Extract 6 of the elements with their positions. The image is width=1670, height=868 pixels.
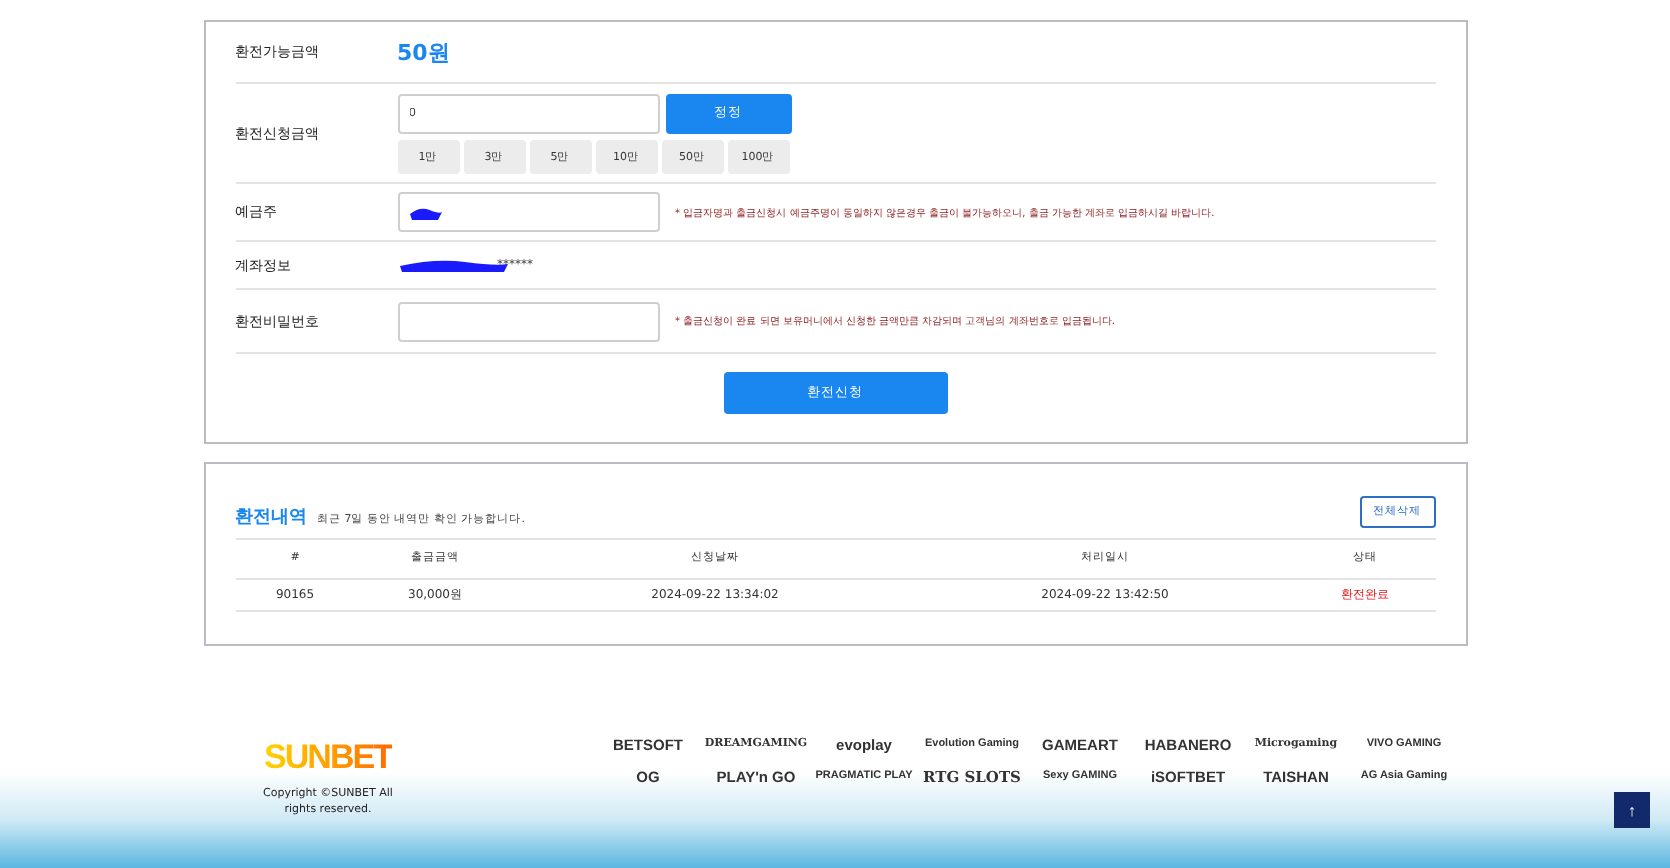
available-amount: 50원 <box>397 37 450 67</box>
scroll-top-button[interactable]: ↑ <box>1614 792 1650 828</box>
depositor-input[interactable] <box>397 192 659 232</box>
password-input[interactable] <box>397 301 659 341</box>
history-title: 환전내역 <box>235 508 307 528</box>
redaction-mark <box>407 203 443 221</box>
